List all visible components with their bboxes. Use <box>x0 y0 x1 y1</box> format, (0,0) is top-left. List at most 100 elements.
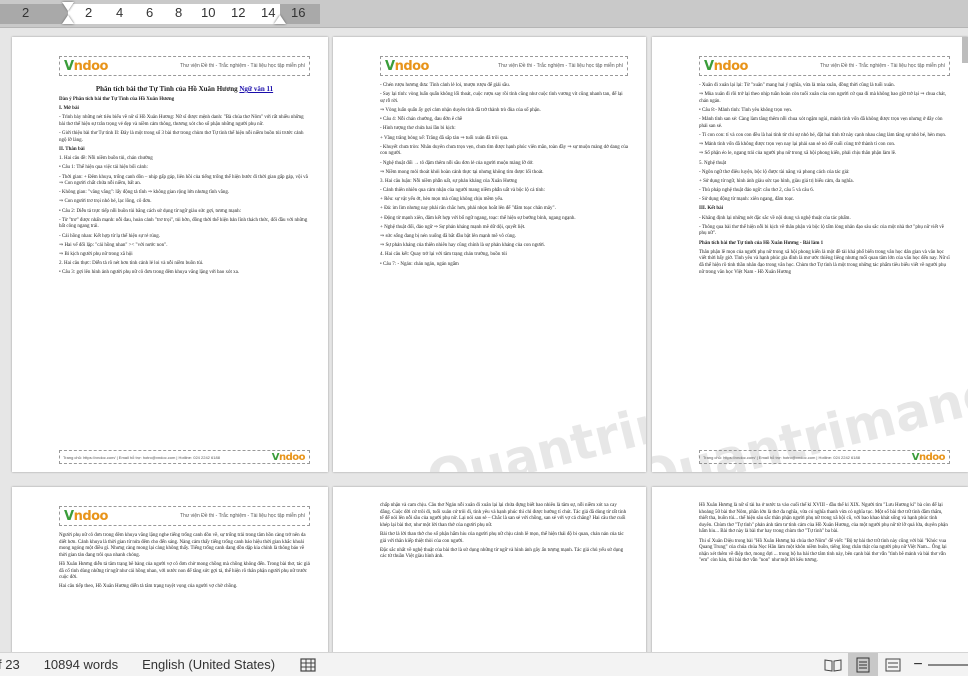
ruler-tick: 2 <box>85 5 93 20</box>
title-link[interactable]: Ngữ văn 11 <box>239 85 273 93</box>
page-footer: Trang chủ: https://vndoc.com/ | Email hỗ… <box>59 450 310 464</box>
horizontal-ruler[interactable]: 2 2 4 6 8 10 12 14 16 <box>0 0 968 28</box>
page-body[interactable]: - Chén rượu hương đưa: Tình cảnh lẻ loi,… <box>380 83 628 271</box>
ruler-tick: 6 <box>146 5 154 20</box>
document-paragraph: - Sử dụng động từ mạnh: xiên ngang, đâm … <box>699 197 795 203</box>
document-page[interactable]: chấp nhận và cam chịu. Câu thơ Ngán nỗi … <box>333 487 646 652</box>
watermark: Quantrimang <box>421 363 646 472</box>
header-tagline: Thư viện Đề thi - Trắc nghiệm - Tài liệu… <box>180 513 305 519</box>
document-paragraph: - Cảnh thiên nhiên qua cảm nhận của ngườ… <box>380 188 545 194</box>
document-paragraph: + Rêu: sự vật yếu ớt, hèn mọn mà cũng kh… <box>380 197 504 203</box>
document-paragraph: Người phụ nữ cô đơn trong đêm khuya vắng… <box>59 533 306 558</box>
document-paragraph: Bài thơ là lời than thở cho số phận hẩm … <box>380 531 624 544</box>
ruler-left-margin <box>0 4 68 24</box>
page-header: Vndoo Thư viện Đề thi - Trắc nghiệm - Tà… <box>699 56 950 76</box>
document-paragraph: - Khẳng định lại những nét đặc sắc về nộ… <box>699 215 851 221</box>
document-paragraph: - Ngôn ngữ thơ điêu luyện, bộc lộ được t… <box>699 169 850 175</box>
document-title: Phân tích bài thơ Tự Tình của Hồ Xuân Hư… <box>59 85 310 94</box>
document-page[interactable]: Vndoo Thư viện Đề thi - Trắc nghiệm - Tà… <box>652 37 968 472</box>
footer-text: Trang chủ: https://vndoc.com/ | Email hỗ… <box>63 454 220 460</box>
document-paragraph: • Câu 7: - Ngán: chán ngán, ngán ngẩm <box>380 261 459 267</box>
document-paragraph: Dàn ý Phân tích bài thơ Tự Tình của Hồ X… <box>59 97 175 102</box>
vndoc-logo: Vndoo <box>385 58 430 74</box>
word-count[interactable]: 10894 words <box>44 657 118 672</box>
ruler-tick: 2 <box>22 5 30 20</box>
document-paragraph: 5. Nghệ thuật <box>699 160 727 166</box>
document-canvas[interactable]: Vndoo Thư viện Đề thi - Trắc nghiệm - Tà… <box>0 28 968 652</box>
page-body[interactable]: chấp nhận và cam chịu. Câu thơ Ngán nỗi … <box>380 503 628 564</box>
ruler-tick: 8 <box>175 5 183 20</box>
header-tagline: Thư viện Đề thi - Trắc nghiệm - Tài liệu… <box>180 63 305 69</box>
read-mode-icon[interactable] <box>818 653 848 676</box>
document-paragraph: ⇒ Mảnh tình vốn đã không được trọn vẹn n… <box>699 142 896 148</box>
document-paragraph: Thi sĩ Xuân Diệu trong bài "Hồ Xuân Hươn… <box>699 538 947 564</box>
view-controls: − <box>818 653 968 676</box>
page-body[interactable]: - Xuân đi xuân lại lại: Từ "xuân" mang h… <box>699 83 950 279</box>
document-paragraph: - Cái hồng nhan: Kết hợp từ lạ thể hiện … <box>59 233 160 239</box>
document-paragraph: - Mảnh tình san sẻ: Càng làm tăng thêm n… <box>699 117 943 129</box>
document-paragraph: 4. Hai câu kết: Quay trở lại với tâm trạ… <box>380 252 507 258</box>
document-paragraph: - Say lại tỉnh: vòng luẩn quẩn không lối… <box>380 92 623 104</box>
ruler-tick: 12 <box>231 5 246 20</box>
document-paragraph: 2. Hai câu thực: Diễn tả rõ nét hơn tình… <box>59 261 204 267</box>
document-paragraph: I. Mở bài <box>59 106 79 112</box>
hanging-indent-marker[interactable] <box>62 15 74 24</box>
vndoc-logo: Vndoo <box>64 58 109 74</box>
page-body[interactable]: Phân tích bài thơ Tự Tình của Hồ Xuân Hư… <box>59 83 310 280</box>
document-paragraph: 1. Hai câu đề: Nỗi niềm buồn tủi, chán c… <box>59 156 153 162</box>
paragraph-list: Dàn ý Phân tích bài thơ Tự Tình của Hồ X… <box>59 97 310 277</box>
ruler-tick: 10 <box>201 5 216 20</box>
document-paragraph: ⇒ Vòng luẩn quẩn ấy gợi cảm nhận duyên t… <box>380 107 541 113</box>
document-paragraph: Hồ Xuân Hương là nữ sĩ tài ba ở nước ta … <box>699 503 948 535</box>
document-paragraph: 3. Hai câu luận: Nỗi niềm phẫn uất, sự p… <box>380 178 518 184</box>
document-paragraph: + Nghệ thuật đối, đảo ngữ ⇒ Sự phản khán… <box>380 224 526 230</box>
vndoc-logo: Vndoo <box>64 508 109 524</box>
paragraph-list: chấp nhận và cam chịu. Câu thơ Ngán nỗi … <box>380 503 628 561</box>
document-paragraph: ⇒ Bi kịch người phụ nữ trong xã hội <box>59 252 133 257</box>
ruler-tick: 4 <box>116 5 124 20</box>
status-bar: f 23 10894 words English (United States)… <box>0 652 968 676</box>
document-paragraph: ⇒ Sự phản kháng của thiên nhiên hay cũng… <box>380 243 546 249</box>
document-paragraph: - Hình tượng thơ chứa hai lần bi kịch: <box>380 126 456 132</box>
document-paragraph: ⇒ Hai vế đối lập: "cái hồng nhan" >< "vớ… <box>59 242 168 248</box>
page-header: Vndoo Thư viện Đề thi - Trắc nghiệm - Tà… <box>380 56 628 76</box>
document-paragraph: - Khuyết chưa tròn: Nhân duyên chưa trọn… <box>380 144 628 157</box>
zoom-out-button[interactable]: − <box>908 656 928 674</box>
document-paragraph: + Đá: im lìm nhưng nay phải rắn chắc hơn… <box>380 206 556 212</box>
document-paragraph: Hai câu tiếp theo, Hồ Xuân Hương diễn tả… <box>59 584 238 590</box>
paragraph-list: - Xuân đi xuân lại lại: Từ "xuân" mang h… <box>699 83 950 276</box>
document-paragraph: - Không gian: "văng vẳng": lấy động tả t… <box>59 190 230 196</box>
page-body[interactable]: Người phụ nữ cô đơn trong đêm khuya vắng… <box>59 533 310 594</box>
zoom-slider[interactable] <box>928 663 968 666</box>
vndoc-logo: Vndoo <box>911 451 946 463</box>
document-paragraph: III. Kết bài <box>699 206 724 212</box>
print-layout-icon[interactable] <box>848 653 878 676</box>
page-count[interactable]: f 23 <box>0 657 20 672</box>
accessibility-icon[interactable] <box>299 657 317 673</box>
document-page[interactable]: Vndoo Thư viện Đề thi - Trắc nghiệm - Tà… <box>12 37 328 472</box>
document-paragraph: • Câu 3: gợi lên hình ảnh người phụ nữ c… <box>59 270 240 276</box>
document-paragraph: - Từ "trơ" được nhấn mạnh: nỗi đau, hoàn… <box>59 217 308 230</box>
document-paragraph: - Trình bày những nét tiêu biểu về nữ sĩ… <box>59 115 304 127</box>
web-layout-icon[interactable] <box>878 653 908 676</box>
document-paragraph: chấp nhận và cam chịu. Câu thơ Ngán nỗi … <box>380 503 627 528</box>
document-paragraph: - Nghệ thuật đối → tô đậm thêm nỗi sầu đ… <box>380 160 534 166</box>
document-paragraph: • Câu 1: Thể hiện qua việc tái hiện bối … <box>59 165 148 171</box>
document-paragraph: - Chén rượu hương đưa: Tình cảnh lẻ loi,… <box>380 83 510 88</box>
right-indent-marker[interactable] <box>274 15 286 24</box>
document-page[interactable]: Vndoo Thư viện Đề thi - Trắc nghiệm - Tà… <box>333 37 646 472</box>
document-page[interactable]: Vndoo Thư viện Đề thi - Trắc nghiệm - Tà… <box>12 487 328 652</box>
vertical-scrollbar-thumb[interactable] <box>962 37 968 63</box>
first-line-indent-marker[interactable] <box>62 2 74 11</box>
document-paragraph: + Vầng trăng bóng xế: Trăng đã sắp tàn ⇒… <box>380 135 509 141</box>
document-paragraph: ⇒ Mùa xuân đi rồi trở lại theo nhịp tuần… <box>699 92 946 104</box>
document-paragraph: ⇒ sức sống đang bị nén xuống đã bắt đầu … <box>380 234 517 239</box>
language-indicator[interactable]: English (United States) <box>142 657 275 672</box>
paragraph-list: Hồ Xuân Hương là nữ sĩ tài ba ở nước ta … <box>699 503 950 565</box>
document-paragraph: + Sử dụng từ ngữ, hình ảnh giàu sức tạo … <box>699 178 854 184</box>
ruler-text-area <box>68 4 280 24</box>
header-tagline: Thư viện Đề thi - Trắc nghiệm - Tài liệu… <box>498 63 623 69</box>
page-body[interactable]: Hồ Xuân Hương là nữ sĩ tài ba ở nước ta … <box>699 503 950 568</box>
document-page[interactable]: Hồ Xuân Hương là nữ sĩ tài ba ở nước ta … <box>652 487 968 652</box>
document-paragraph: Phân tích bài thơ Tự tình của Hồ Xuân Hư… <box>699 240 824 246</box>
